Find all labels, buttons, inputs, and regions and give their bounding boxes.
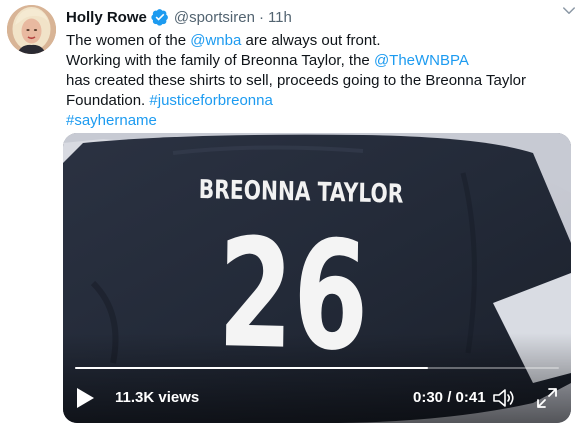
video-progress-bar[interactable] [75,367,559,369]
video-timecode: 0:30 / 0:41 [413,389,486,406]
volume-icon[interactable] [492,387,516,409]
mention-wnba-link[interactable]: @wnba [190,32,241,49]
hashtag-justiceforbreonna-link[interactable]: #justiceforbreonna [149,92,272,109]
shirt-number-text: 26 [216,207,370,385]
text-line-1: The women of the @wnba are always out fr… [66,31,571,51]
text-segment: The women of the [66,32,191,49]
shirt-name-text: BREONNA TAYLOR [198,175,404,210]
text-line-3: has created these shirts to sell, procee… [66,72,526,89]
tweet-header: Holly Rowe @sportsiren · 11h [66,6,574,28]
video-controls: 11.3K views 0:30 / 0:41 [63,377,571,417]
separator-dot: · [258,8,264,26]
text-segment: Working with the family of Breonna Taylo… [66,52,374,69]
tweet-text: The women of the @wnba are always out fr… [66,31,571,131]
play-icon[interactable] [75,387,95,409]
text-segment: Foundation. [66,92,150,109]
mention-thewnbpa-link[interactable]: @TheWNBPA [374,52,469,69]
hashtag-sayhername-link[interactable]: #sayhername [66,112,157,129]
text-line-5: #sayhername [66,111,571,131]
fullscreen-icon[interactable] [535,386,559,410]
timestamp[interactable]: 11h [268,9,292,26]
video-progress-fill [75,367,429,369]
author-handle[interactable]: @sportsiren [174,9,255,26]
text-line-4: Foundation. #justiceforbreonna [66,91,571,111]
author-name[interactable]: Holly Rowe [66,9,147,26]
avatar-image [7,5,56,54]
tweet[interactable]: Holly Rowe @sportsiren · 11h The women o… [0,0,584,430]
text-line-2: Working with the family of Breonna Taylo… [66,51,571,71]
chevron-down-icon[interactable] [560,2,578,20]
verified-badge-icon [151,9,168,26]
view-count: 11.3K views [115,389,200,406]
text-segment: are always out front. [241,32,381,49]
video-player[interactable]: BREONNA TAYLOR 26 11.3K views 0:30 / 0:4… [63,133,571,423]
avatar[interactable] [7,5,56,54]
